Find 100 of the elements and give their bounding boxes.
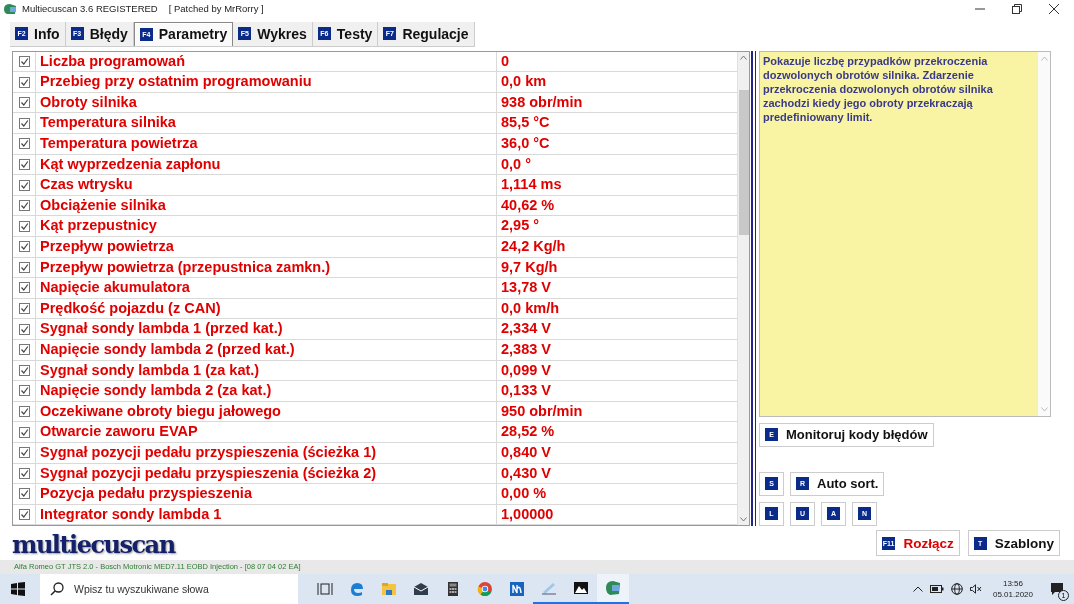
checkbox[interactable] [18,447,30,459]
browser-icon[interactable] [349,581,365,597]
parameter-value: 1,114 ms [500,175,563,195]
battery-icon[interactable] [929,585,944,593]
parameter-value: 0 [500,51,511,71]
checkbox[interactable] [18,509,30,520]
checkbox[interactable] [18,426,30,438]
parameter-value: 0,0 km/h [500,298,561,318]
checkbox[interactable] [18,364,30,376]
checkbox[interactable] [18,406,30,418]
checkbox[interactable] [18,261,30,273]
folder-icon[interactable] [381,581,397,597]
logo: multiecuscan [12,530,175,560]
parameter-name: Integrator sondy lambda 1 [36,504,497,525]
checkbox[interactable] [18,55,30,67]
checkbox[interactable] [18,76,30,88]
window-title: Multiecuscan 3.6 REGISTERED [22,3,158,15]
parameter-name: Sygnał pozycji pedału przyspieszenia (ścieżka 1) [36,442,497,463]
globe-icon[interactable] [950,583,963,595]
check-icon [19,489,29,499]
calculator-icon[interactable] [445,581,461,597]
check-icon [19,283,29,293]
check-icon [19,56,29,66]
parameter-value: 0,840 V [500,442,552,462]
check-icon [19,77,29,87]
search-field[interactable]: Wpisz tu wyszukiwane słowa [40,574,298,604]
parameter-name: Czas wtrysku [36,175,497,195]
parameter-value: 2,334 V [500,319,552,339]
parameter-value: 0,0 ° [500,154,532,174]
parameter-value: 0,00 % [500,484,548,504]
window-subtitle: [ Patched by MrRorry ] [168,3,264,15]
checkbox[interactable] [18,323,30,335]
chrome-icon[interactable] [477,581,493,597]
maximize-icon[interactable] [1012,3,1022,14]
close-icon[interactable] [1049,3,1059,14]
task-view-icon[interactable] [317,581,333,597]
parameter-value: 28,52 % [500,422,556,442]
parameter-name: Napięcie akumulatora [36,278,497,298]
parameter-name: Napięcie sondy lambda 2 (przed kat.) [36,339,497,360]
app-icon[interactable] [605,580,621,596]
checkbox[interactable] [18,385,30,397]
checkbox[interactable] [18,97,30,109]
checkbox[interactable] [18,200,30,212]
scroll-up-icon [740,54,747,60]
check-icon [19,510,29,519]
scroll-down-icon [740,517,747,523]
clock-time: 13:56 [1002,578,1023,589]
checkbox[interactable] [18,467,30,479]
check-icon [19,180,29,190]
parameter-name: Sygnał pozycji pedału przyspieszenia (ścieżka 2) [36,463,497,484]
scrollbar[interactable] [737,51,749,526]
scroll-down-icon [1040,406,1048,412]
parameter-name: Kąt wyprzedzenia zapłonu [36,154,497,175]
parameter-value: 40,62 % [500,195,556,215]
checkbox[interactable] [18,303,30,315]
parameter-value: 9,7 Kg/h [500,257,559,277]
parameter-name: Otwarcie zaworu EVAP [36,422,497,442]
parameter-value: 24,2 Kg/h [500,237,567,256]
parameter-value: 0,430 V [500,463,552,483]
parameter-value: 85,5 °C [500,113,551,133]
parameter-value: 950 obr/min [500,401,584,421]
scroll-up-icon [1040,55,1048,61]
checkbox[interactable] [18,344,30,356]
checkbox[interactable] [18,282,30,294]
clock-date: 05.01.2020 [992,589,1033,600]
scroll-thumb[interactable] [738,89,749,235]
clock[interactable]: 13:56 05.01.2020 [992,578,1033,600]
chevron-up-icon[interactable] [912,586,923,592]
parameter-value: 13,78 V [500,278,552,298]
parameter-name: Pozycja pedału przyspieszenia [36,484,497,504]
envelope-icon[interactable] [413,581,429,597]
app-icon [3,2,17,15]
checkbox[interactable] [18,138,30,150]
description-text: Pokazuje liczbę przypadków przekroczenia dozwolonych obrotów silnika. Zdarzenie przekroczenia dozwolonych obrotów silnika zachodzi kiedy jego obroty przekraczają predefiniowany limit. [762,53,994,125]
speaker-muted-icon[interactable] [969,584,982,594]
parameter-value: 36,0 °C [500,134,551,153]
notification-icon[interactable] [1050,582,1064,596]
parameter-name: Obciążenie silnika [36,195,497,216]
check-icon [19,386,29,396]
parameter-name: Przepływ powietrza (przepustnica zamkn.) [36,257,497,278]
parameter-name: Napięcie sondy lambda 2 (za kat.) [36,381,497,401]
search-icon [50,582,64,596]
checkbox[interactable] [18,117,30,129]
parameter-value: 938 obr/min [500,92,584,112]
checkbox[interactable] [18,241,30,253]
parameter-value: 2,95 ° [500,216,541,236]
parameter-value: 2,383 V [500,339,552,359]
windows-icon[interactable] [11,582,25,596]
checkbox[interactable] [18,158,30,170]
parameter-name: Kąt przepustnicy [36,216,497,236]
checkbox[interactable] [18,488,30,500]
parameter-name: Prędkość pojazdu (z CAN) [36,298,497,319]
photos-icon[interactable] [573,580,589,596]
parameter-value: 1,00000 [500,504,555,524]
checkbox[interactable] [18,220,30,232]
parameter-name: Obroty silnika [36,92,497,113]
parameter-name: Oczekiwane obroty biegu jałowego [36,401,497,422]
parameter-name: Sygnał sondy lambda 1 (za kat.) [36,360,497,381]
parameter-name: Przebieg przy ostatnim programowaniu [36,72,497,92]
checkbox[interactable] [18,179,30,191]
